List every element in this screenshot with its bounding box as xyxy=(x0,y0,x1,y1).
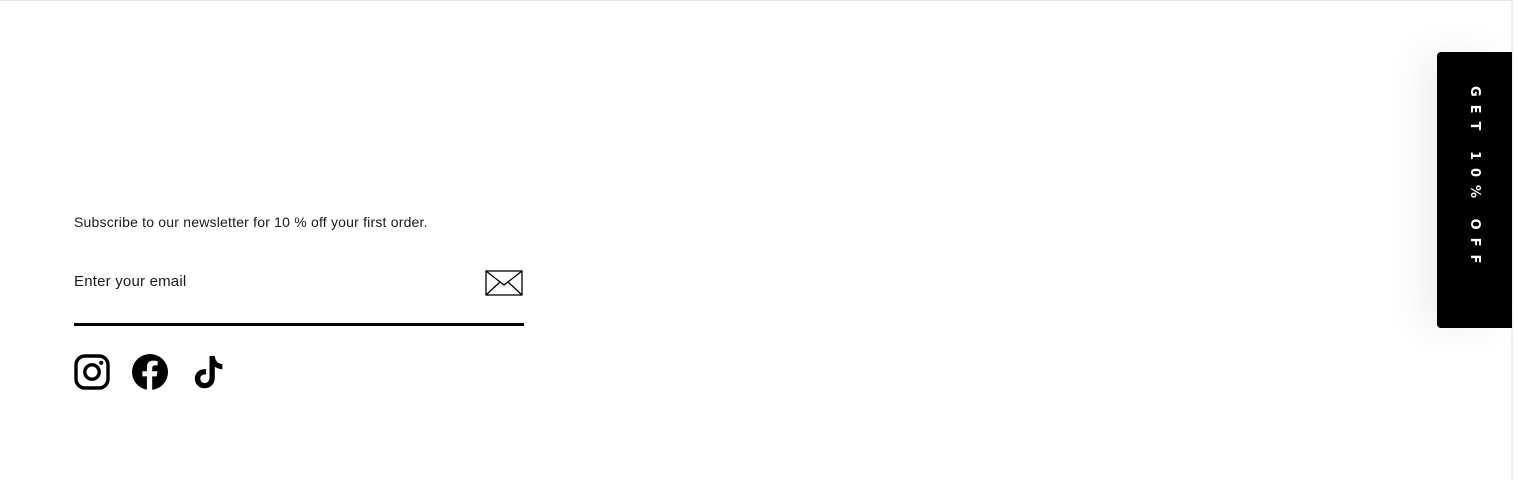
subscribe-button[interactable] xyxy=(484,270,524,298)
newsletter-section: Subscribe to our newsletter for 10 % off… xyxy=(74,212,524,326)
facebook-link[interactable] xyxy=(132,354,168,390)
tiktok-link[interactable] xyxy=(190,354,226,390)
newsletter-text: Subscribe to our newsletter for 10 % off… xyxy=(74,214,428,230)
top-divider xyxy=(0,0,1512,1)
page: Subscribe to our newsletter for 10 % off… xyxy=(0,0,1518,480)
facebook-icon xyxy=(132,354,168,390)
social-links xyxy=(74,354,248,390)
promo-tab-label: GET 10% OFF xyxy=(1467,86,1482,272)
email-input[interactable] xyxy=(74,270,474,292)
newsletter-form xyxy=(74,270,524,326)
envelope-icon xyxy=(485,270,523,296)
tiktok-icon xyxy=(194,356,223,389)
instagram-icon xyxy=(74,354,110,390)
instagram-link[interactable] xyxy=(74,354,110,390)
promo-tab[interactable]: GET 10% OFF xyxy=(1437,52,1512,328)
